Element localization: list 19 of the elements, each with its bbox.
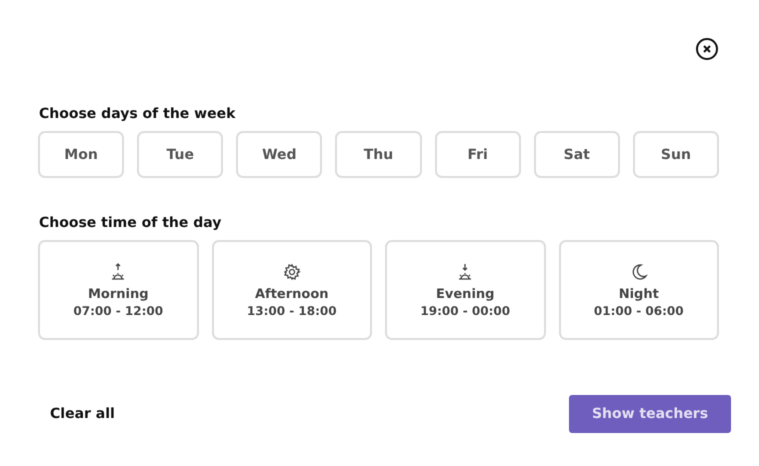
day-button[interactable]: Sat: [534, 131, 620, 178]
clear-all-button[interactable]: Clear all: [38, 406, 115, 422]
day-button[interactable]: Mon: [38, 131, 124, 178]
moon-icon: [630, 262, 648, 280]
section-heading: Choose days of the week: [39, 106, 236, 122]
time-slot-button[interactable]: Night 01:00 - 06:00: [558, 240, 719, 340]
day-button[interactable]: Wed: [236, 131, 322, 178]
day-button[interactable]: Sun: [632, 131, 719, 178]
day-button[interactable]: Thu: [335, 131, 422, 178]
day-button[interactable]: Tue: [137, 131, 224, 178]
time-slot-button[interactable]: Evening 19:00 - 00:00: [385, 240, 546, 340]
close-button[interactable]: [696, 38, 718, 60]
section-heading: Choose time of the day: [39, 215, 222, 231]
day-button[interactable]: Fri: [434, 131, 521, 178]
time-slot-button[interactable]: Morning 07:00 - 12:00: [38, 240, 198, 340]
time-slot-button[interactable]: Afternoon 13:00 - 18:00: [212, 240, 372, 340]
sun-icon: [282, 262, 301, 280]
close-icon: [703, 45, 711, 53]
show-teachers-button[interactable]: Show teachers: [569, 395, 731, 433]
